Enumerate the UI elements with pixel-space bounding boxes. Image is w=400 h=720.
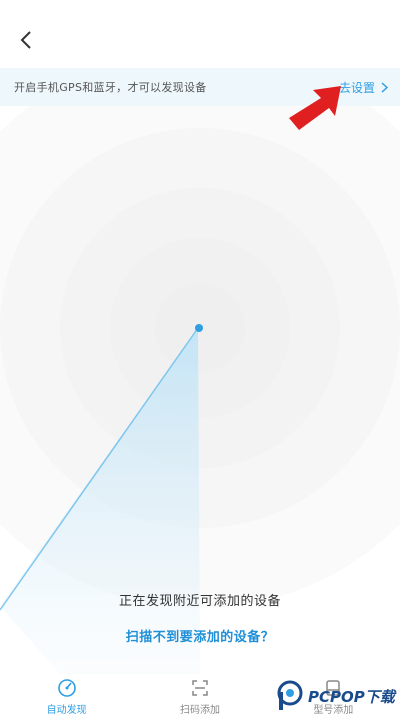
tab-scan-add-label: 扫码添加 [179, 705, 220, 716]
back-button[interactable] [12, 26, 40, 54]
banner-text: 开启手机GPS和蓝牙，才可以发现设备 [14, 81, 207, 94]
pcpop-watermark: PCPOP下载 [276, 680, 395, 712]
radar-center-dot [195, 324, 203, 332]
tab-scan-add[interactable]: 扫码添加 [133, 674, 266, 720]
annotation-arrow-icon [285, 82, 347, 138]
pcpop-logo-icon [277, 680, 303, 710]
scan-qr-icon [192, 680, 208, 696]
radar-icon [57, 679, 76, 697]
tab-auto-discover-label: 自动发现 [46, 705, 87, 716]
cannot-find-device-link[interactable]: 扫描不到要添加的设备？ [0, 626, 400, 645]
radar-scan-area [0, 106, 400, 674]
scan-status-text: 正在发现附近可添加的设备 [118, 594, 281, 609]
chevron-right-icon [381, 81, 388, 93]
chevron-left-icon [20, 31, 31, 49]
watermark-text: PCPOP下载 [308, 687, 395, 706]
tab-auto-discover[interactable]: 自动发现 [0, 674, 133, 720]
